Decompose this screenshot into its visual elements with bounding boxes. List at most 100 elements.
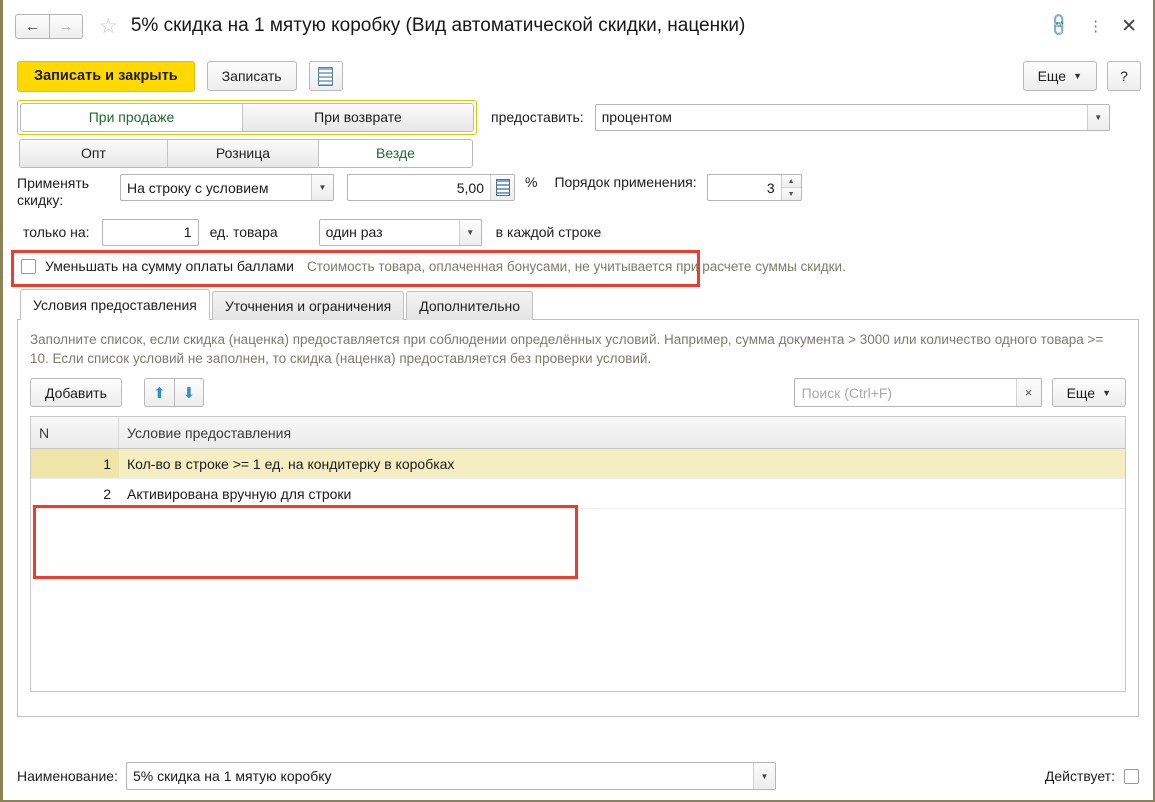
order-input[interactable]: 3 ▲ ▼ bbox=[706, 174, 802, 201]
kebab-menu-icon[interactable]: ⋮ bbox=[1088, 19, 1103, 34]
list-more-button[interactable]: Еще ▼ bbox=[1051, 378, 1126, 407]
move-up-button[interactable]: ⬆ bbox=[143, 378, 174, 407]
search-input[interactable]: Поиск (Ctrl+F) × bbox=[793, 378, 1042, 407]
percent-value: 5,00 bbox=[456, 179, 484, 196]
sale-return-switch: При продаже При возврате bbox=[17, 99, 477, 135]
apply-discount-row: Применять скидку: На строку с условием ▼… bbox=[17, 174, 1139, 210]
provide-value: процентом bbox=[601, 109, 672, 125]
channel-switch: Опт Розница Везде bbox=[19, 138, 473, 168]
channel-row: Опт Розница Везде bbox=[17, 134, 1139, 172]
back-button[interactable]: ← bbox=[15, 13, 49, 39]
tab-условия-предоставления[interactable]: Условия предоставления bbox=[20, 289, 210, 320]
favorite-star-icon[interactable]: ☆ bbox=[99, 16, 118, 37]
segment-опт[interactable]: Опт bbox=[20, 139, 168, 167]
apply-label-line1: Применять bbox=[17, 175, 90, 191]
arrow-left-icon: ← bbox=[25, 17, 40, 35]
save-button[interactable]: Записать bbox=[206, 61, 297, 91]
command-bar-right: Еще ▼ ? bbox=[1022, 61, 1141, 91]
name-input[interactable]: 5% скидка на 1 мятую коробку ▼ bbox=[125, 762, 776, 790]
reduce-by-bonus-label: Уменьшать на сумму оплаты баллами bbox=[45, 258, 294, 274]
table-row[interactable]: 2 Активирована вручную для строки bbox=[31, 479, 1125, 509]
arrow-down-icon: ⬇ bbox=[182, 384, 196, 402]
page-title: 5% скидка на 1 мятую коробку (Вид автома… bbox=[130, 15, 746, 36]
table-header: N Условие предоставления bbox=[31, 417, 1125, 449]
order-stepper[interactable]: ▲ ▼ bbox=[780, 175, 801, 200]
tab-bar: Условия предоставления Уточнения и огран… bbox=[17, 289, 1139, 320]
order-value: 3 bbox=[766, 179, 775, 196]
close-icon[interactable]: ✕ bbox=[1121, 17, 1137, 36]
calculator-icon[interactable] bbox=[490, 175, 514, 200]
window: ← → ☆ 5% скидка на 1 мятую коробку (Вид … bbox=[0, 0, 1155, 802]
segment-розница[interactable]: Розница bbox=[168, 139, 319, 167]
cell-row-number: 2 bbox=[103, 485, 111, 502]
chevron-down-icon[interactable]: ▼ bbox=[1086, 104, 1109, 130]
stepper-up-icon[interactable]: ▲ bbox=[781, 175, 801, 188]
calculator-glyph bbox=[495, 179, 510, 196]
list-toolbar-right: Поиск (Ctrl+F) × Еще ▼ bbox=[793, 378, 1126, 407]
times-select[interactable]: один раз ▼ bbox=[318, 218, 482, 246]
link-icon[interactable]: 🔗 bbox=[1047, 13, 1073, 39]
only-on-label: только на: bbox=[23, 224, 90, 240]
active-label: Действует: bbox=[1044, 768, 1115, 784]
report-button[interactable] bbox=[308, 61, 343, 91]
help-button[interactable]: ? bbox=[1107, 61, 1141, 91]
move-buttons: ⬆ ⬇ bbox=[143, 378, 204, 407]
command-bar: Записать и закрыть Записать Еще ▼ ? bbox=[3, 52, 1153, 100]
apply-label-line2: скидку: bbox=[17, 192, 64, 208]
tab-panel: Заполните список, если скидка (наценка) … bbox=[17, 319, 1139, 717]
segment-везде[interactable]: Везде bbox=[319, 139, 472, 167]
chevron-down-icon[interactable]: ▼ bbox=[752, 763, 775, 789]
bonus-row: Уменьшать на сумму оплаты баллами Стоимо… bbox=[17, 251, 1139, 281]
order-label: Порядок применения: bbox=[554, 174, 697, 190]
unit-label: ед. товара bbox=[209, 224, 278, 240]
segment-при-продаже[interactable]: При продаже bbox=[21, 103, 243, 131]
reduce-by-bonus-checkbox[interactable] bbox=[21, 258, 36, 274]
sale-return-row: При продаже При возврате предоставить: п… bbox=[17, 99, 1139, 135]
move-down-button[interactable]: ⬇ bbox=[173, 378, 204, 407]
conditions-table: N Условие предоставления 1 Кол-во в стро… bbox=[30, 416, 1126, 692]
name-value: 5% скидка на 1 мятую коробку bbox=[132, 768, 332, 784]
cell-row-number: 1 bbox=[31, 449, 119, 478]
chevron-down-icon[interactable]: ▼ bbox=[458, 219, 481, 245]
chevron-down-icon[interactable]: ▼ bbox=[311, 175, 333, 200]
footer-right: Действует: bbox=[1045, 768, 1139, 784]
segment-при-возврате[interactable]: При возврате bbox=[243, 103, 473, 131]
active-checkbox[interactable] bbox=[1124, 768, 1139, 784]
navigation-buttons: ← → bbox=[15, 13, 83, 39]
main-content: При продаже При возврате предоставить: п… bbox=[3, 99, 1153, 717]
provide-select[interactable]: процентом ▼ bbox=[594, 103, 1110, 131]
provide-label: предоставить: bbox=[491, 109, 584, 125]
apply-discount-label: Применять скидку: bbox=[17, 174, 117, 209]
tab-уточнения-и-ограничения[interactable]: Уточнения и ограничения bbox=[211, 291, 405, 320]
apply-mode-value: На строку с условием bbox=[127, 179, 269, 196]
more-button[interactable]: Еще ▼ bbox=[1022, 61, 1097, 91]
percent-input[interactable]: 5,00 bbox=[347, 174, 515, 201]
title-bar-actions: 🔗 ⋮ ✕ bbox=[1047, 13, 1143, 39]
only-on-qty-input[interactable]: 1 bbox=[101, 218, 199, 246]
arrow-right-icon: → bbox=[58, 17, 74, 35]
search-placeholder: Поиск (Ctrl+F) bbox=[801, 384, 893, 401]
add-button[interactable]: Добавить bbox=[30, 378, 122, 407]
cell-condition: Активирована вручную для строки bbox=[127, 485, 352, 502]
report-icon bbox=[318, 66, 334, 86]
list-toolbar: Добавить ⬆ ⬇ Поиск (Ctrl+F) × Еще ▼ bbox=[30, 378, 1126, 407]
chevron-down-icon: ▼ bbox=[1102, 387, 1111, 398]
forward-button[interactable]: → bbox=[49, 13, 83, 39]
panel-description: Заполните список, если скидка (наценка) … bbox=[30, 332, 1104, 366]
bonus-hint: Стоимость товара, оплаченная бонусами, н… bbox=[307, 258, 846, 274]
arrow-up-icon: ⬆ bbox=[153, 384, 166, 402]
save-and-close-button[interactable]: Записать и закрыть bbox=[17, 60, 195, 92]
tab-дополнительно[interactable]: Дополнительно bbox=[406, 291, 534, 320]
column-header-n[interactable]: N bbox=[31, 417, 119, 448]
clear-search-icon[interactable]: × bbox=[1015, 379, 1041, 406]
apply-mode-select[interactable]: На строку с условием ▼ bbox=[120, 174, 334, 201]
stepper-down-icon[interactable]: ▼ bbox=[781, 188, 801, 200]
name-label: Наименование: bbox=[17, 768, 118, 784]
table-row[interactable]: 1 Кол-во в строке >= 1 ед. на кондитерку… bbox=[31, 449, 1125, 479]
more-button-label: Еще bbox=[1037, 68, 1067, 84]
percent-sign: % bbox=[525, 174, 538, 190]
list-more-label: Еще bbox=[1066, 384, 1096, 401]
only-on-qty-value: 1 bbox=[183, 224, 192, 240]
column-header-condition[interactable]: Условие предоставления bbox=[119, 417, 1125, 448]
only-on-row: только на: 1 ед. товара один раз ▼ в каж… bbox=[17, 213, 1139, 251]
